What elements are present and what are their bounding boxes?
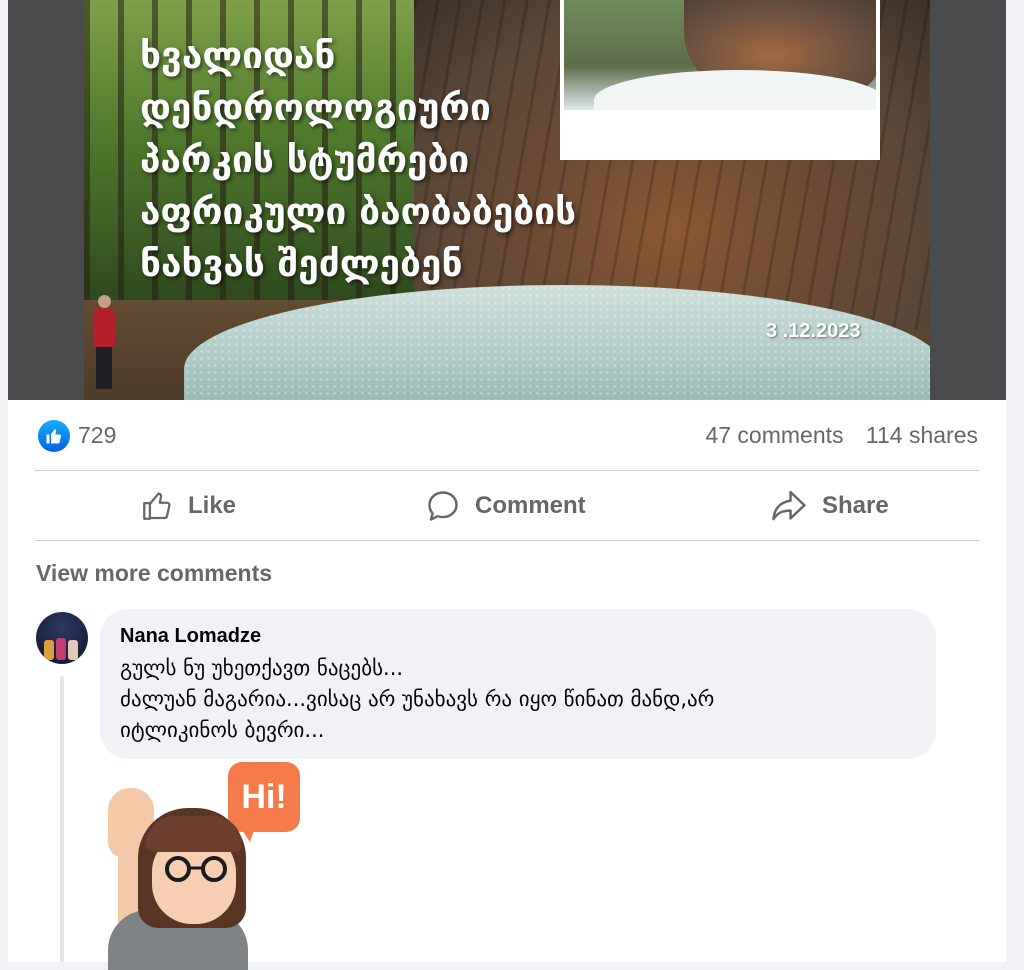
engagement-counts: 47 comments 114 shares xyxy=(689,422,978,449)
glasses-icon xyxy=(165,856,227,882)
share-button[interactable]: Share xyxy=(770,472,889,540)
post-actions: Like Comment Share xyxy=(35,472,979,540)
like-label: Like xyxy=(188,492,237,519)
headline-line: აფრიკული ბაობაბების xyxy=(140,190,577,233)
avatar[interactable] xyxy=(36,612,88,664)
photo-headline: ხვალიდან დენდროლოგიური პარკის სტუმრები ა… xyxy=(140,30,660,290)
likes-count[interactable]: 729 xyxy=(78,422,116,449)
comment-line: გულს ნუ უხეთქავთ ნაცებს... xyxy=(120,656,404,680)
comment-button[interactable]: Comment xyxy=(425,472,586,540)
photo-person xyxy=(90,295,118,390)
share-icon xyxy=(772,490,806,521)
comment-icon xyxy=(428,491,458,521)
share-label: Share xyxy=(822,492,889,519)
comment-line: ძალუან მაგარია...ვისაც არ უნახავს რა იყო… xyxy=(120,687,715,711)
thumbs-up-icon xyxy=(143,492,171,520)
shares-count[interactable]: 114 shares xyxy=(866,422,978,448)
headline-line: ნახვას შეძლებენ xyxy=(140,242,463,285)
page-gutter xyxy=(1006,0,1024,962)
headline-line: დენდროლოგიური xyxy=(140,86,491,129)
post-card: 3 .12.2023 ხვალიდან დენდროლოგიური პარკის… xyxy=(8,0,1006,970)
comment-label: Comment xyxy=(475,492,586,519)
view-more-comments-link[interactable]: View more comments xyxy=(36,560,272,587)
like-button[interactable]: Like xyxy=(140,472,236,540)
sticker-bangs xyxy=(146,816,242,852)
comment-author[interactable]: Nana Lomadze xyxy=(120,625,261,648)
avatar-sticker[interactable]: Hi! xyxy=(98,760,318,970)
post-stats: 729 47 comments 114 shares xyxy=(38,412,978,460)
headline-line: პარკის სტუმრები xyxy=(140,138,470,181)
comments-count[interactable]: 47 comments xyxy=(705,422,843,448)
photo-date: 3 .12.2023 xyxy=(766,320,861,342)
comment-line: იტლიკინოს ბევრი... xyxy=(120,718,325,742)
headline-line: ხვალიდან xyxy=(140,34,336,77)
like-reaction-icon[interactable] xyxy=(38,420,70,452)
comment-thread-line xyxy=(60,676,64,962)
comment-bubble[interactable]: Nana Lomadze გულს ნუ უხეთქავთ ნაცებს... … xyxy=(100,609,936,759)
post-media[interactable]: 3 .12.2023 ხვალიდან დენდროლოგიური პარკის… xyxy=(8,0,1006,400)
divider xyxy=(35,470,979,471)
comment-text: გულს ნუ უხეთქავთ ნაცებს... ძალუან მაგარი… xyxy=(120,653,920,746)
divider xyxy=(35,540,979,541)
sticker-hi-bubble: Hi! xyxy=(228,762,300,832)
